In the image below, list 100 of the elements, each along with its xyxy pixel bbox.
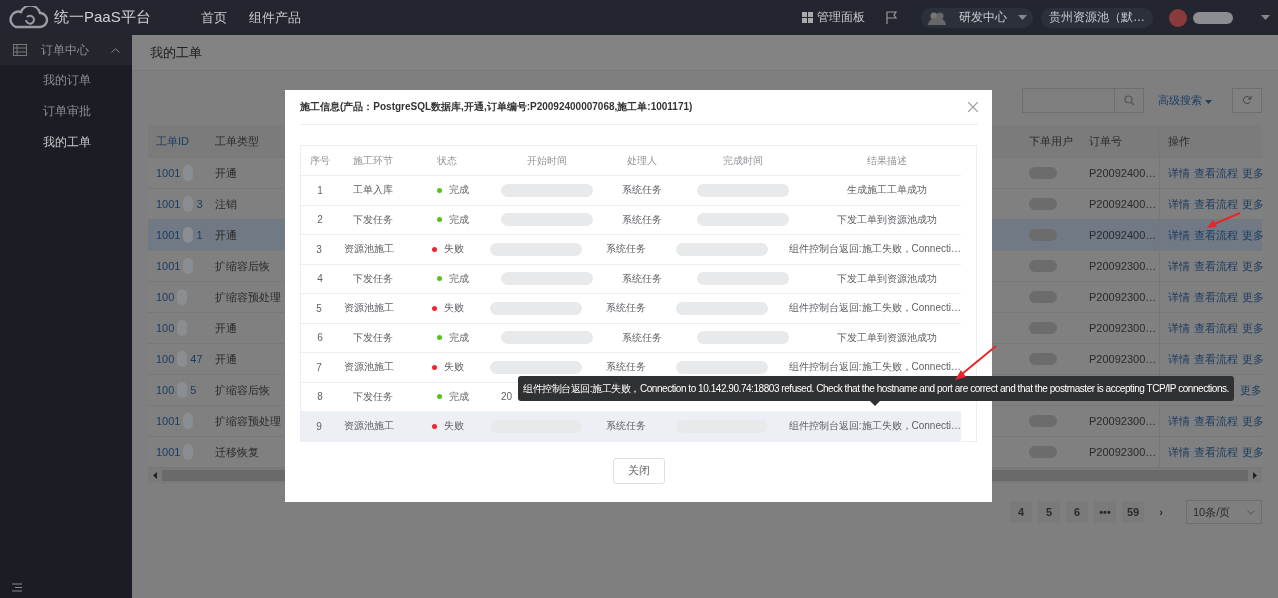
flag-icon[interactable] [885, 10, 899, 25]
sidebar-item[interactable]: 我的订单 [0, 65, 132, 96]
page-button[interactable]: ••• [1094, 501, 1116, 523]
table-cell: P20092300… [1089, 446, 1157, 458]
action-link[interactable]: 查看流程 [1194, 413, 1238, 429]
order-id-link[interactable]: 5 [190, 384, 197, 396]
order-id-link[interactable]: 100 [156, 384, 175, 396]
action-link[interactable]: 详情 [1168, 258, 1190, 274]
org-dropdown[interactable]: 研发中心 [921, 7, 1033, 28]
table-cell: 6 [317, 332, 323, 344]
action-link[interactable]: 更多 [1242, 444, 1264, 460]
action-link[interactable]: 详情 [1168, 196, 1190, 212]
action-link[interactable]: 查看流程 [1194, 227, 1238, 243]
table-cell: P20092300… [1089, 415, 1157, 427]
right-arrow-icon[interactable] [1253, 472, 1257, 479]
page-size-select[interactable]: 10条/页 [1186, 500, 1262, 524]
table-cell: 下发工单到资源池成功 [837, 271, 937, 286]
nav-link[interactable]: 组件产品 [248, 8, 301, 27]
action-link[interactable]: 详情 [1168, 227, 1190, 243]
annotation-arrow [1206, 212, 1242, 230]
order-id-link[interactable]: 1001 [156, 229, 181, 241]
dialog-title: 施工信息(产品：PostgreSQL数据库,开通,订单编号:P20092400007068,施工单:1001171) [300, 100, 693, 114]
action-link[interactable]: 查看流程 [1194, 320, 1238, 336]
table-icon [13, 44, 27, 56]
action-link[interactable]: 查看流程 [1194, 351, 1238, 367]
order-id-link[interactable]: 1001 [156, 260, 181, 272]
page-button[interactable]: 4 [1010, 501, 1032, 523]
order-id-link[interactable]: 1001 [156, 446, 181, 458]
table-cell: 扩缩容后恢 [215, 258, 270, 274]
table-cell: 下发任务 [353, 330, 393, 345]
search-field[interactable] [1022, 87, 1144, 113]
platform-title: 统一PaaS平台 [54, 8, 151, 27]
action-link[interactable]: 查看流程 [1194, 196, 1238, 212]
table-cell: 5 [316, 302, 322, 314]
table-cell: 下发工单到资源池成功 [837, 212, 937, 227]
action-link[interactable]: 更多 [1242, 165, 1264, 181]
sidebar-item[interactable]: 订单审批 [0, 96, 132, 127]
order-id-link[interactable]: 1 [196, 229, 203, 241]
table-cell: 扩缩容后恢 [215, 382, 270, 398]
avatar[interactable] [1169, 8, 1187, 27]
action-link[interactable]: 详情 [1168, 165, 1190, 181]
action-link[interactable]: 查看流程 [1194, 165, 1238, 181]
action-link[interactable]: 更多 [1242, 227, 1264, 243]
pool-dropdown[interactable]: 贵州资源池（默… [1041, 7, 1153, 28]
menu-icon[interactable] [12, 583, 22, 592]
table-cell: P20092400… [1089, 167, 1157, 179]
action-link[interactable]: 更多 [1242, 289, 1264, 305]
status-text: 失败 [443, 419, 464, 434]
close-icon[interactable] [968, 102, 978, 112]
page-button[interactable]: 6 [1066, 501, 1088, 523]
column-header: 结果描述 [867, 153, 907, 168]
order-id-link[interactable]: 1001 [156, 415, 181, 427]
table-cell: P20092300… [1089, 291, 1157, 303]
table-cell: 系统任务 [622, 212, 662, 227]
order-id-link[interactable]: 1001 [156, 198, 181, 210]
action-link[interactable]: 详情 [1168, 413, 1190, 429]
action-link[interactable]: 更多 [1242, 351, 1264, 367]
order-id-link[interactable]: 3 [196, 198, 203, 210]
sidebar-item[interactable]: 我的工单 [0, 127, 132, 158]
action-link[interactable]: 更多 [1242, 258, 1264, 274]
table-cell: P20092300… [1089, 353, 1157, 365]
column-header: 处理人 [627, 153, 657, 168]
action-link[interactable]: 详情 [1168, 320, 1190, 336]
status-text: 完成 [449, 389, 469, 404]
order-id-link[interactable]: 100 [156, 353, 175, 365]
table-cell: 1 [317, 184, 323, 196]
order-id-link[interactable]: 100 [156, 322, 175, 334]
next-page-button[interactable]: › [1150, 501, 1172, 523]
action-link[interactable]: 详情 [1168, 351, 1190, 367]
column-header: 状态 [437, 153, 457, 168]
nav-link[interactable]: 首页 [200, 8, 227, 27]
page-button[interactable]: 5 [1038, 501, 1060, 523]
action-link[interactable]: 更多 [1242, 320, 1264, 336]
table-cell: 组件控制台返回:施工失败，Connecti… [788, 242, 961, 257]
action-link[interactable]: 查看流程 [1194, 258, 1238, 274]
table-cell: 系统任务 [622, 183, 662, 198]
table-cell: 资源池施工 [344, 419, 395, 434]
page-title: 我的工单 [150, 43, 202, 62]
action-link[interactable]: 更多 [1242, 413, 1264, 429]
close-button[interactable]: 关闭 [612, 457, 665, 484]
table-cell: 资源池施工 [344, 242, 395, 257]
sidebar-group-header[interactable]: 订单中心 [0, 35, 132, 65]
action-link[interactable]: 更多 [1240, 382, 1262, 398]
order-id-link[interactable]: 47 [190, 353, 203, 365]
left-arrow-icon[interactable] [153, 472, 157, 479]
advanced-search-link[interactable]: 高级搜索 [1158, 92, 1212, 108]
page-button[interactable]: 59 [1122, 501, 1144, 523]
order-id-link[interactable]: 1001 [156, 167, 181, 179]
action-link[interactable]: 更多 [1242, 196, 1264, 212]
column-header: 序号 [310, 153, 330, 168]
action-link[interactable]: 详情 [1168, 444, 1190, 460]
action-link[interactable]: 查看流程 [1194, 444, 1238, 460]
action-link[interactable]: 查看流程 [1194, 289, 1238, 305]
order-id-link[interactable]: 100 [156, 291, 175, 303]
table-cell: 迁移恢复 [215, 444, 259, 460]
table-cell: 9 [316, 420, 322, 432]
caret-icon[interactable] [1261, 15, 1270, 20]
table-cell: P20092300… [1089, 322, 1157, 334]
action-link[interactable]: 详情 [1168, 289, 1190, 305]
dashboard-link[interactable]: 管理面板 [802, 9, 865, 26]
